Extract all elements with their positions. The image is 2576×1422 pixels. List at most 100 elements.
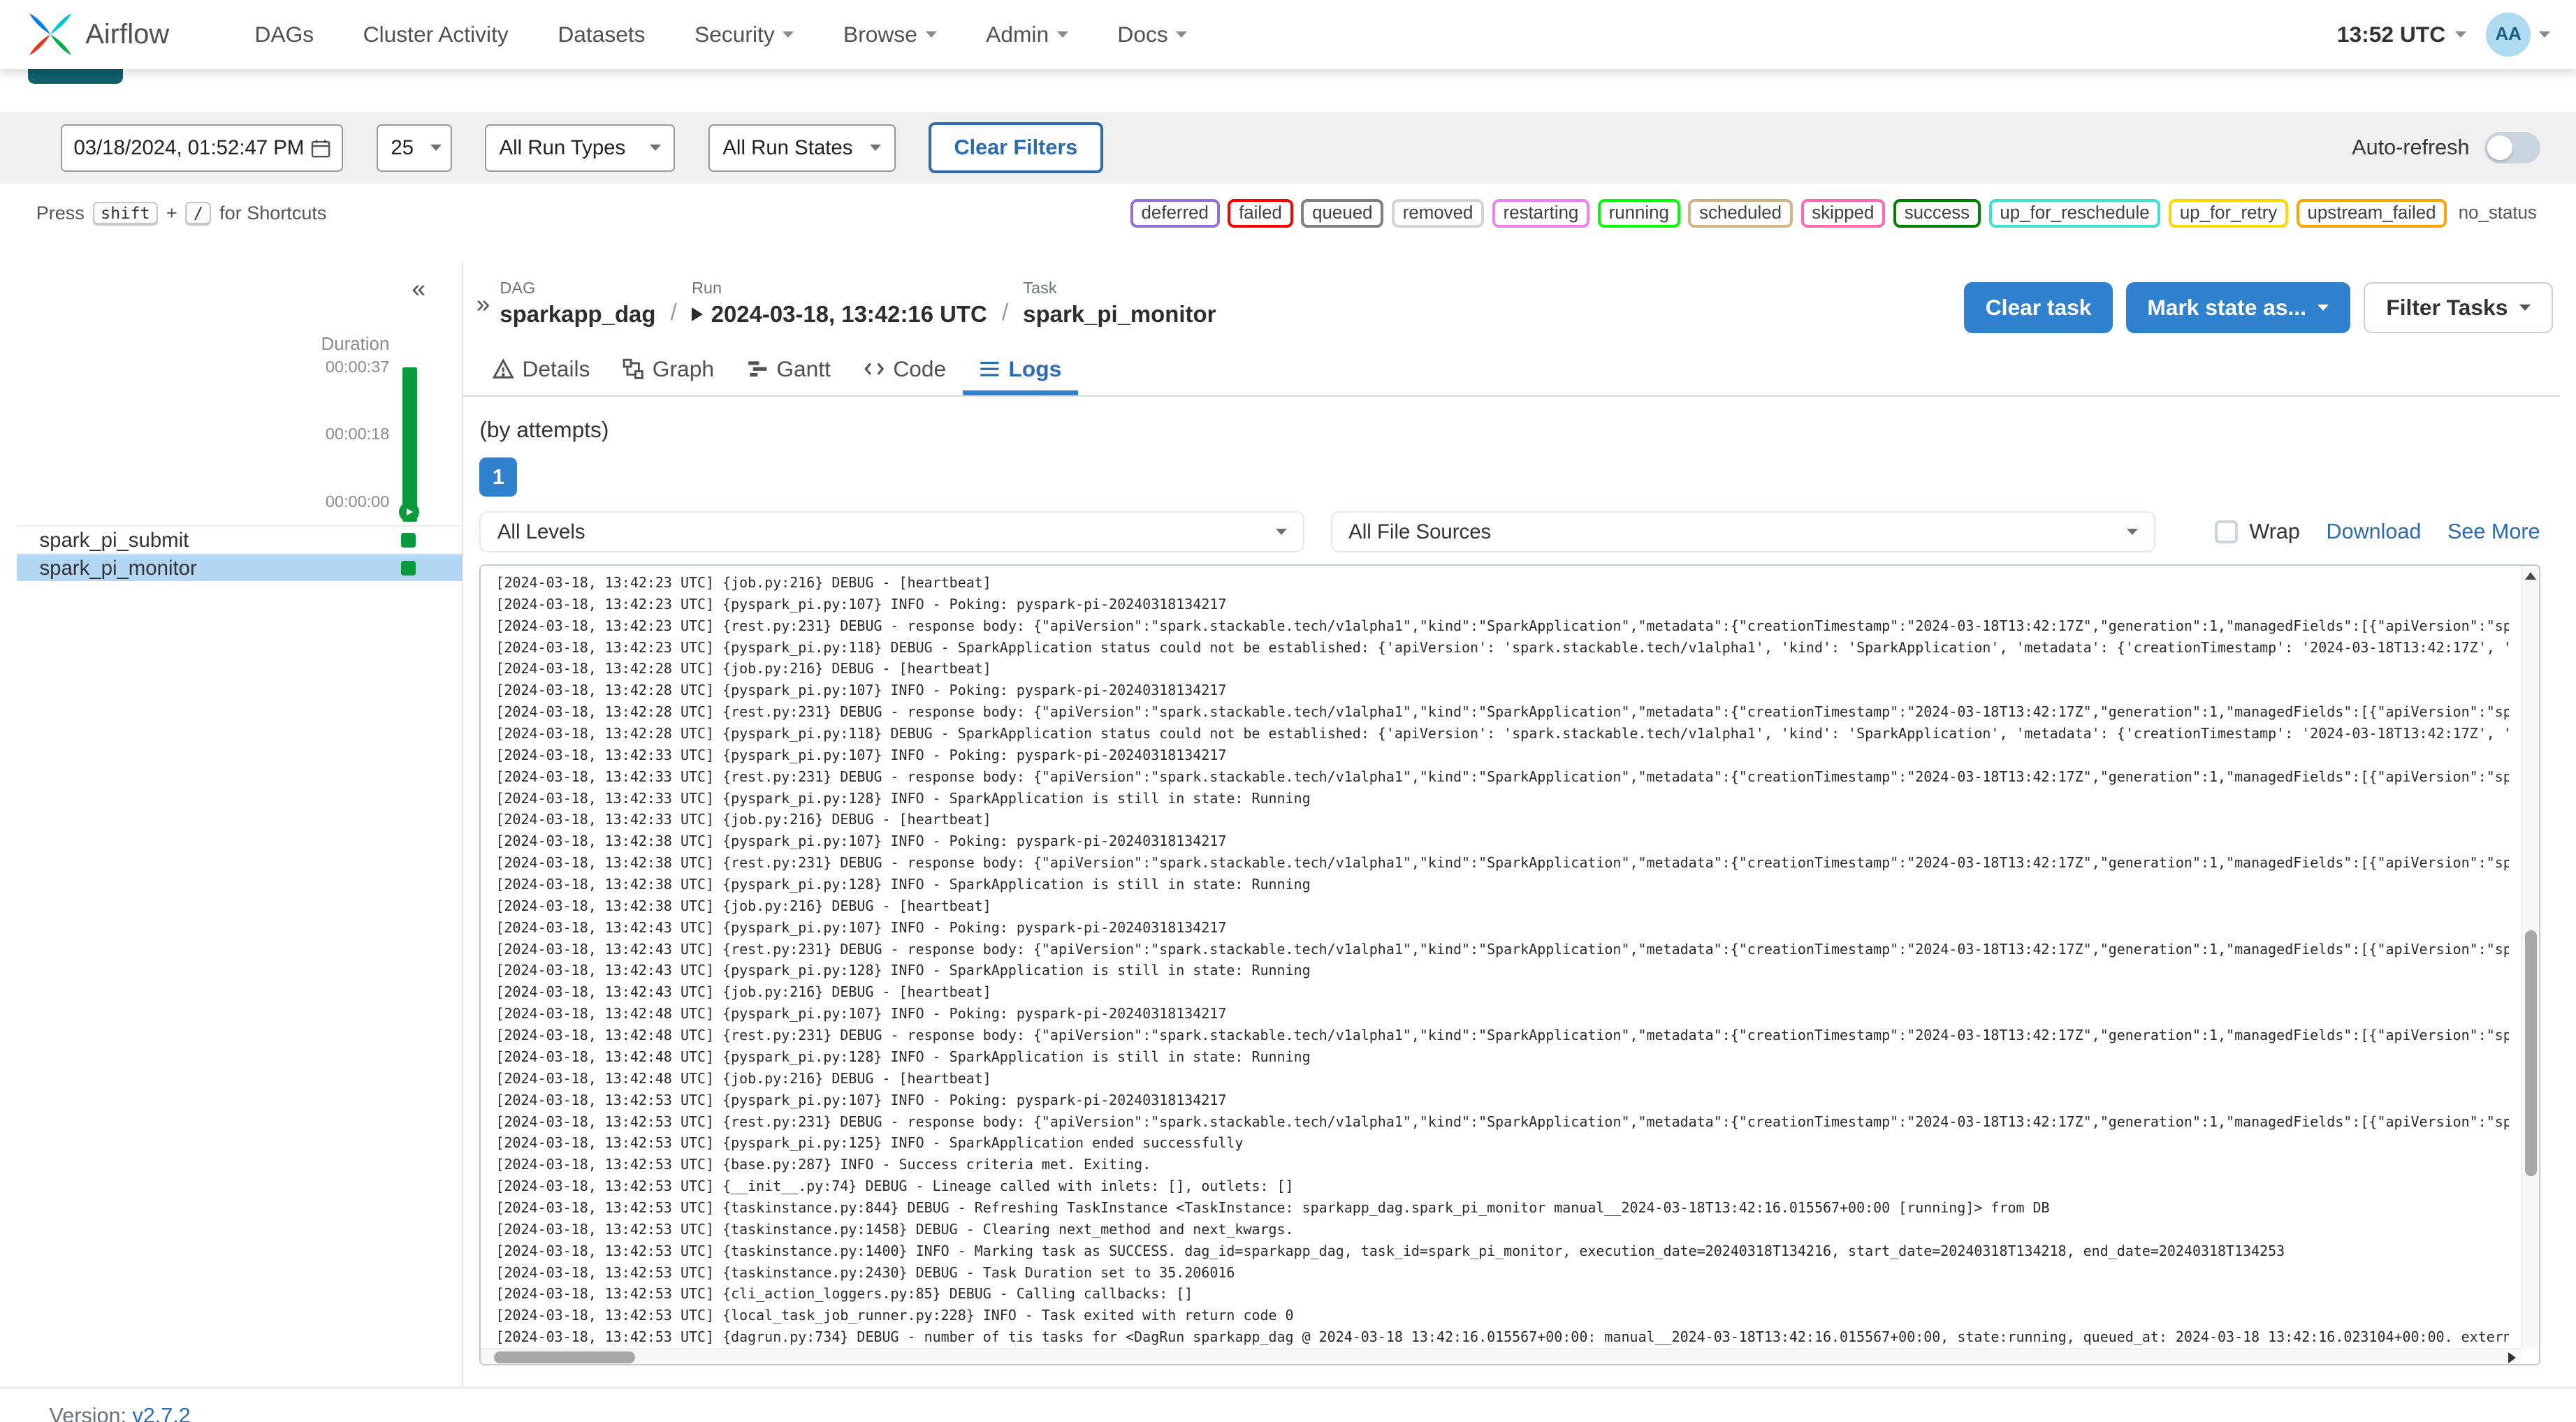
nav-label: Security <box>694 21 775 47</box>
breadcrumb-run: Run 2024-03-18, 13:42:16 UTC <box>691 279 987 328</box>
log-line: [2024-03-18, 13:42:53 UTC] {taskinstance… <box>495 1263 1235 1281</box>
base-date-input[interactable]: 03/18/2024, 01:52:47 PM <box>61 124 344 172</box>
breadcrumb-run-value[interactable]: 2024-03-18, 13:42:16 UTC <box>691 301 987 328</box>
horizontal-scrollbar[interactable] <box>481 1347 2521 1365</box>
breadcrumb-dag-value[interactable]: sparkapp_dag <box>500 301 655 328</box>
user-menu[interactable]: AA <box>2486 12 2550 57</box>
legend-badge[interactable]: up_for_retry <box>2169 198 2289 228</box>
breadcrumb-task-value[interactable]: spark_pi_monitor <box>1023 301 1216 328</box>
shift-key: shift <box>92 202 159 225</box>
clock-value: 13:52 UTC <box>2336 21 2446 47</box>
chevron-down-icon <box>430 145 442 151</box>
chevron-down-icon <box>649 145 661 151</box>
log-line: [2024-03-18, 13:42:38 UTC] {pyspark_pi.p… <box>495 833 1227 850</box>
legend-badge[interactable]: scheduled <box>1688 198 1793 228</box>
slash-key: / <box>185 202 212 225</box>
clock-dropdown[interactable]: 13:52 UTC <box>2336 21 2467 47</box>
manual-run-indicator[interactable] <box>399 501 419 522</box>
expand-panel-button[interactable]: » <box>476 291 490 318</box>
dag-id: sparkapp_dag <box>500 300 656 327</box>
version-link[interactable]: v2.7.2 <box>132 1404 190 1422</box>
vertical-scrollbar-thumb[interactable] <box>2525 930 2537 1177</box>
auto-refresh-toggle[interactable] <box>2484 132 2540 163</box>
legend-badge[interactable]: restarting <box>1492 198 1590 228</box>
grid-main: « Duration 00:00:37 00:00:18 00:00:00 sp… <box>0 262 2576 1388</box>
tab-logs[interactable]: Logs <box>962 348 1078 396</box>
collapse-sidebar-button[interactable]: « <box>412 275 425 303</box>
legend-badge[interactable]: running <box>1597 198 1680 228</box>
log-line: [2024-03-18, 13:42:53 UTC] {dagrun.py:73… <box>495 1328 2510 1346</box>
legend-badge[interactable]: up_for_reschedule <box>1988 198 2161 228</box>
wrap-checkbox[interactable] <box>2215 520 2238 544</box>
tab-gantt[interactable]: Gantt <box>731 348 847 396</box>
tab-details[interactable]: Details <box>476 348 606 396</box>
download-log-link[interactable]: Download <box>2327 520 2422 544</box>
run-states-value: All Run States <box>722 135 853 159</box>
tab-label: Gantt <box>776 356 831 382</box>
clear-filters-button[interactable]: Clear Filters <box>928 122 1104 174</box>
base-date-value: 03/18/2024, 01:52:47 PM <box>73 135 305 159</box>
tab-code[interactable]: Code <box>847 348 962 396</box>
nav-item-security[interactable]: Security <box>694 22 794 47</box>
attempt-1-button[interactable]: 1 <box>479 457 518 497</box>
task-instance-square-success[interactable] <box>400 561 416 576</box>
caret-down-icon <box>783 31 794 38</box>
code-icon <box>864 362 885 376</box>
legend-badge[interactable]: failed <box>1228 198 1293 228</box>
run-filter-bar: 03/18/2024, 01:52:47 PM 25 All Run Types… <box>0 111 2576 184</box>
log-line: [2024-03-18, 13:42:53 UTC] {taskinstance… <box>495 1199 2050 1216</box>
nav-item-browse[interactable]: Browse <box>843 22 937 47</box>
log-levels-select[interactable]: All Levels <box>479 511 1305 553</box>
dag-run-duration-bar[interactable] <box>402 367 418 522</box>
log-line: [2024-03-18, 13:42:23 UTC] {pyspark_pi.p… <box>495 638 2510 656</box>
log-line: [2024-03-18, 13:42:23 UTC] {pyspark_pi.p… <box>495 595 1227 613</box>
run-types-select[interactable]: All Run Types <box>484 124 676 172</box>
filter-tasks-label: Filter Tasks <box>2386 294 2508 320</box>
log-line: [2024-03-18, 13:42:23 UTC] {job.py:216} … <box>495 574 991 592</box>
nav-item-admin[interactable]: Admin <box>986 22 1068 47</box>
breadcrumb-separator: / <box>1001 299 1009 325</box>
legend-badge[interactable]: upstream_failed <box>2296 198 2447 228</box>
log-line: [2024-03-18, 13:42:38 UTC] {pyspark_pi.p… <box>495 876 1311 893</box>
file-sources-select[interactable]: All File Sources <box>1330 511 2156 553</box>
horizontal-scrollbar-thumb[interactable] <box>494 1351 636 1363</box>
see-more-link[interactable]: See More <box>2447 520 2540 544</box>
status-legend: deferred failed queued removed restartin… <box>1130 198 2540 228</box>
page-size-select[interactable]: 25 <box>376 124 452 172</box>
task-name: spark_pi_monitor <box>39 556 197 580</box>
nav-label: Admin <box>986 21 1049 47</box>
nav-label: DAGs <box>254 21 314 47</box>
legend-badge[interactable]: no_status <box>2455 201 2540 226</box>
airflow-grid-page: Airflow DAGs Cluster Activity Datasets S… <box>0 0 2576 1422</box>
airflow-brand[interactable]: Airflow <box>27 10 169 58</box>
task-row-spark-pi-monitor[interactable]: spark_pi_monitor <box>16 552 462 581</box>
run-states-select[interactable]: All Run States <box>708 124 896 172</box>
details-icon <box>493 358 514 379</box>
legend-badge[interactable]: queued <box>1301 198 1384 228</box>
clear-task-button[interactable]: Clear task <box>1964 281 2113 333</box>
tab-graph[interactable]: Graph <box>606 348 731 396</box>
legend-badge[interactable]: removed <box>1391 198 1485 228</box>
nav-item-docs[interactable]: Docs <box>1117 22 1188 47</box>
task-instance-square-success[interactable] <box>400 533 416 548</box>
log-line: [2024-03-18, 13:42:43 UTC] {rest.py:231}… <box>495 940 2509 958</box>
legend-badge[interactable]: deferred <box>1130 198 1220 228</box>
log-line: [2024-03-18, 13:42:53 UTC] {base.py:287}… <box>495 1156 1151 1173</box>
scrolled-button-fragment <box>27 68 124 84</box>
vertical-scrollbar[interactable] <box>2520 565 2539 1348</box>
nav-item-dags[interactable]: DAGs <box>254 22 314 47</box>
breadcrumb-separator: / <box>670 299 677 325</box>
log-line: [2024-03-18, 13:42:53 UTC] {cli_action_l… <box>495 1285 1193 1303</box>
legend-badge[interactable]: skipped <box>1800 198 1886 228</box>
filter-tasks-button[interactable]: Filter Tasks <box>2363 281 2554 333</box>
caret-down-icon <box>1176 31 1188 38</box>
task-row-spark-pi-submit[interactable]: spark_pi_submit <box>16 525 462 553</box>
main-nav: DAGs Cluster Activity Datasets Security … <box>254 22 1188 47</box>
details-panel: » DAG sparkapp_dag / Run 2024-03-18, 13:… <box>461 262 2560 1388</box>
nav-item-datasets[interactable]: Datasets <box>558 22 645 47</box>
log-line: [2024-03-18, 13:42:53 UTC] {__init__.py:… <box>495 1178 1294 1195</box>
legend-badge[interactable]: success <box>1893 198 1981 228</box>
mark-state-as-button[interactable]: Mark state as... <box>2125 281 2350 333</box>
log-line: [2024-03-18, 13:42:53 UTC] {taskinstance… <box>495 1242 2285 1259</box>
nav-item-cluster-activity[interactable]: Cluster Activity <box>363 22 509 47</box>
